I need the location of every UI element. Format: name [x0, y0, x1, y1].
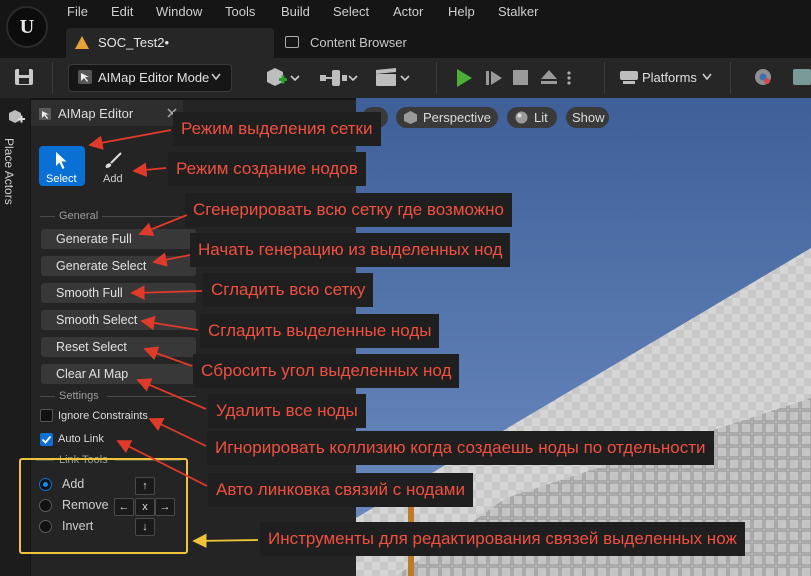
arrow-generate-full	[138, 214, 188, 236]
arrow-auto-link	[116, 440, 208, 487]
arrow-ignore-constraints	[148, 417, 207, 447]
arrow-clear-map	[136, 378, 207, 410]
arrow-generate-select	[152, 252, 191, 267]
arrow-link-tools	[192, 533, 259, 549]
arrow-add-mode	[132, 162, 167, 177]
arrow-smooth-full	[130, 285, 203, 300]
annotation-arrows	[88, 129, 259, 549]
arrow-smooth-select	[140, 315, 199, 331]
arrow-select-mode	[88, 129, 172, 150]
arrow-reset-select	[143, 346, 193, 367]
unreal-logo[interactable]: U	[6, 6, 48, 48]
